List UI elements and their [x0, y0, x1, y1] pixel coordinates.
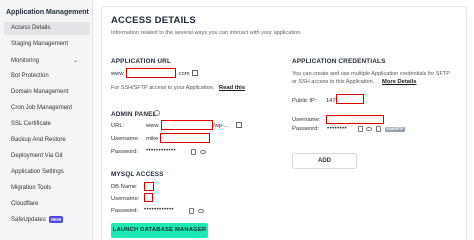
- sidebar-item-label: Application Settings: [11, 169, 64, 175]
- info-icon[interactable]: [154, 110, 160, 116]
- credentials-password-label: Password:: [292, 126, 320, 132]
- add-credential-button[interactable]: ADD: [292, 153, 357, 169]
- access-details-panel: ACCESS DETAILS Information related to th…: [101, 6, 467, 240]
- admin-password-label: Password:: [111, 149, 139, 155]
- admin-username-label: Username:: [111, 136, 140, 142]
- sidebar-item-label: Deployment Via Git: [11, 153, 63, 159]
- sidebar-item-label: Bot Protection: [11, 73, 49, 79]
- mysql-username-label: Username:: [111, 196, 140, 202]
- app-url-suffix: .com: [177, 71, 190, 77]
- copy-icon[interactable]: [358, 126, 363, 132]
- chevron-down-icon: ⌄: [73, 58, 79, 64]
- db-name-label: DB Name:: [111, 184, 138, 190]
- sidebar-item-label: Backup And Restore: [11, 137, 66, 143]
- external-link-icon[interactable]: [236, 122, 242, 128]
- sidebar-item-backup-and-restore[interactable]: Backup And Restore: [0, 134, 93, 147]
- page-subtitle: Information related to the several ways …: [111, 30, 302, 36]
- ssh-sftp-badge: SSH/SFTP: [385, 127, 405, 132]
- sidebar-item-monitoring[interactable]: Monitoring ⌄: [0, 55, 93, 68]
- sidebar-item-ssl-certificate[interactable]: SSL Certificate: [0, 118, 93, 131]
- credentials-description-line1: You can create and use multiple Applicat…: [292, 71, 450, 77]
- sidebar-item-label: Monitoring: [11, 58, 40, 64]
- redacted-db-username: [144, 193, 153, 202]
- redacted-public-ip: [336, 94, 364, 104]
- credentials-password-mask: ••••••••: [327, 126, 348, 132]
- sidebar-item-label: SSL Certificate: [11, 121, 51, 127]
- sidebar-item-cron-job-management[interactable]: Cron Job Management: [0, 102, 93, 115]
- sidebar-item-safeupdates[interactable]: SafeUpdates NEW: [0, 214, 93, 227]
- sidebar-item-domain-management[interactable]: Domain Management: [0, 86, 93, 99]
- app-url-prefix: www.: [111, 71, 125, 77]
- credentials-username-label: Username:: [292, 117, 321, 123]
- eye-icon[interactable]: [366, 127, 372, 131]
- sidebar-item-label: Cloudflare: [11, 201, 39, 207]
- public-ip-label: Public IP:: [292, 98, 317, 104]
- sidebar-item-migration-tools[interactable]: Migration Tools: [0, 182, 93, 195]
- new-badge: NEW: [48, 215, 64, 223]
- sidebar-item-label: Cron Job Management: [11, 105, 73, 111]
- sidebar-item-label: Migration Tools: [11, 185, 52, 191]
- copy-icon[interactable]: [189, 208, 194, 214]
- sidebar-item-application-settings[interactable]: Application Settings: [0, 166, 93, 179]
- admin-url-label: URL:: [111, 123, 125, 129]
- sidebar-item-access-details[interactable]: Access Details: [4, 22, 90, 35]
- sidebar-item-staging-management[interactable]: Staging Management: [0, 38, 93, 51]
- redacted-domain: [126, 68, 176, 78]
- sidebar-item-label: Access Details: [11, 25, 51, 31]
- redacted-db-name: [144, 182, 154, 191]
- admin-username-prefix: mike: [146, 136, 159, 142]
- external-link-icon[interactable]: [192, 70, 198, 76]
- sidebar-item-cloudflare[interactable]: Cloudflare: [0, 198, 93, 211]
- admin-panel-heading: ADMIN PANEL: [111, 111, 157, 118]
- read-this-link[interactable]: Read this: [219, 85, 245, 91]
- eye-icon[interactable]: [198, 209, 204, 213]
- admin-url-prefix: www.: [146, 123, 160, 129]
- page-title: ACCESS DETAILS: [111, 15, 196, 26]
- mysql-access-heading: MYSQL ACCESS: [111, 171, 164, 178]
- sidebar-item-label: Domain Management: [11, 89, 69, 95]
- ssh-sftp-note: For SSH/SFTP access to your Application.: [111, 85, 215, 91]
- sidebar-item-label: Staging Management: [11, 41, 69, 47]
- launch-database-manager-button[interactable]: LAUNCH DATABASE MANAGER: [111, 223, 208, 238]
- mysql-password-mask: ••••••••••••: [144, 207, 175, 213]
- sidebar-item-bot-protection[interactable]: Bot Protection: [0, 70, 93, 83]
- redacted-admin-username: [160, 133, 210, 143]
- trash-icon[interactable]: [376, 126, 381, 132]
- sidebar-item-deployment-via-git[interactable]: Deployment Via Git: [0, 150, 93, 163]
- eye-icon[interactable]: [200, 150, 206, 154]
- sidebar: Application Management Access Details St…: [0, 0, 93, 240]
- admin-password-mask: ••••••••••••: [146, 148, 177, 154]
- application-credentials-heading: APPLICATION CREDENTIALS: [292, 58, 386, 65]
- admin-url-suffix: /wp-...: [213, 123, 229, 129]
- credentials-description-line2: or SSH access to this Application.: [292, 79, 375, 85]
- sidebar-item-label: SafeUpdates: [11, 217, 46, 223]
- redacted-credentials-username: [326, 115, 384, 124]
- application-url-heading: APPLICATION URL: [111, 58, 171, 65]
- copy-icon[interactable]: [191, 149, 196, 155]
- more-details-link[interactable]: More Details: [382, 79, 416, 85]
- redacted-admin-url: [161, 120, 213, 130]
- sidebar-title: Application Management: [6, 9, 89, 16]
- mysql-password-label: Password:: [111, 208, 139, 214]
